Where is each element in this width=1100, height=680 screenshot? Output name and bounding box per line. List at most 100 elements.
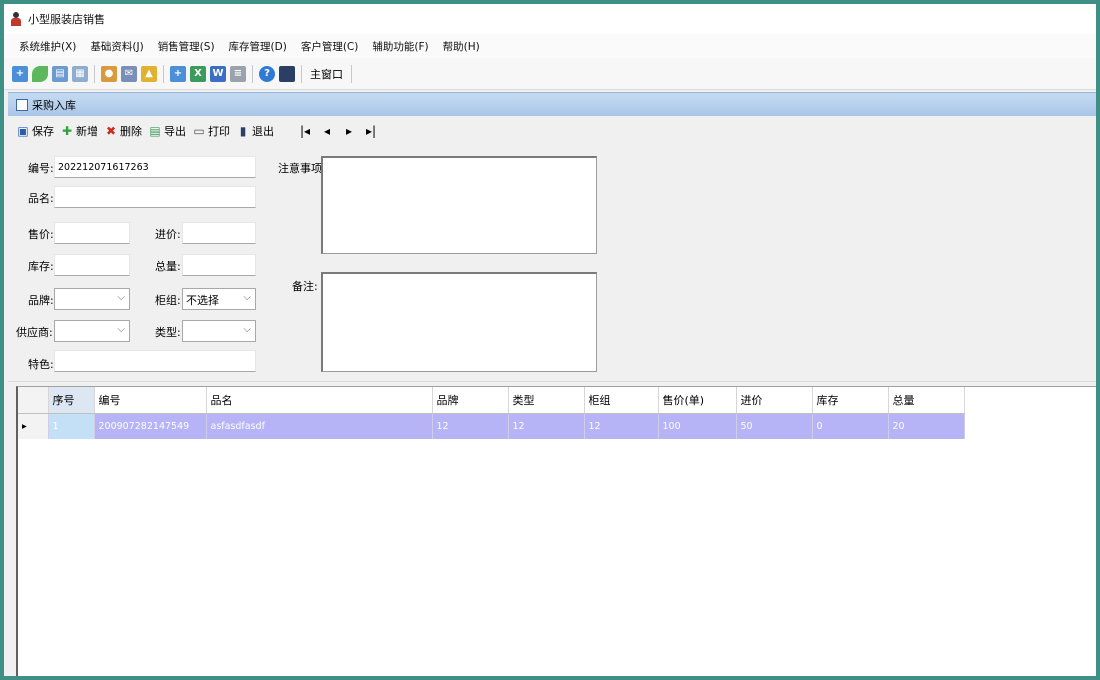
table-cell[interactable]: 12 — [584, 413, 659, 439]
leaf-icon[interactable] — [32, 65, 48, 82]
exit-door-icon: ▮ — [239, 124, 247, 138]
column-header[interactable]: 品名 — [206, 387, 433, 414]
table-row[interactable]: ▸ 1 200907282147549 asfasdfasdf 12 12 12… — [18, 413, 965, 439]
cost-label: 进价: — [155, 228, 181, 241]
plus-icon: ✚ — [61, 124, 73, 138]
price-field[interactable] — [54, 222, 130, 244]
export-button[interactable]: ▤ 导出 — [148, 123, 186, 139]
delete-label: 删除 — [120, 125, 142, 138]
panel-title: 采购入库 — [32, 98, 76, 112]
main-toolbar: + ▤ ▦ ● ✉ ▲ + X W ≡ ? 主窗口 — [4, 58, 1096, 90]
toolbar-separator — [163, 64, 164, 83]
next-record-button[interactable]: ▸ — [342, 124, 356, 138]
table-header-row: 序号 编号 品名 品牌 类型 柜组 售价(单) 进价 库存 总量 — [18, 387, 965, 414]
excel-icon[interactable]: X — [190, 65, 206, 82]
menu-system[interactable]: 系统维护(X) — [12, 39, 83, 54]
table-cell[interactable]: 12 — [508, 413, 585, 439]
column-header[interactable]: 品牌 — [432, 387, 509, 414]
menu-customers[interactable]: 客户管理(C) — [294, 39, 366, 54]
name-label: 品名: — [28, 192, 54, 205]
new-document-icon[interactable]: + — [12, 65, 28, 82]
delete-button[interactable]: ✖ 删除 — [104, 123, 142, 139]
column-header[interactable]: 库存 — [812, 387, 889, 414]
export-label: 导出 — [164, 125, 186, 138]
column-header[interactable]: 编号 — [94, 387, 207, 414]
add-record-icon[interactable]: + — [170, 65, 186, 82]
chevron-down-icon: ⌵ — [243, 292, 251, 303]
total-field[interactable] — [182, 254, 256, 276]
table-cell[interactable]: 100 — [658, 413, 737, 439]
code-field[interactable]: 202212071617263 — [54, 156, 256, 178]
code-label: 编号: — [28, 162, 54, 175]
feature-field[interactable] — [54, 350, 256, 372]
stock-field[interactable] — [54, 254, 130, 276]
row-indicator-icon[interactable]: ▸ — [18, 413, 49, 439]
help-icon[interactable]: ? — [259, 65, 275, 82]
brand-label: 品牌: — [28, 294, 54, 307]
column-header[interactable]: 总量 — [888, 387, 965, 414]
table-cell[interactable]: asfasdfasdf — [206, 413, 433, 439]
total-label: 总量: — [155, 260, 181, 273]
add-button[interactable]: ✚ 新增 — [60, 123, 98, 139]
notes-label: 注意事项: — [278, 162, 326, 175]
chevron-down-icon: ⌵ — [117, 292, 125, 303]
type-select[interactable]: ⌵ — [182, 320, 256, 342]
table-cell[interactable]: 0 — [812, 413, 889, 439]
menu-help[interactable]: 帮助(H) — [436, 39, 487, 54]
last-record-button[interactable]: ▸| — [364, 124, 378, 138]
export-icon: ▤ — [149, 124, 161, 138]
save-button[interactable]: ▣ 保存 — [16, 123, 54, 139]
brand-select[interactable]: ⌵ — [54, 288, 130, 310]
table-cell[interactable]: 50 — [736, 413, 813, 439]
table-cell[interactable]: 20 — [888, 413, 965, 439]
column-header[interactable]: 序号 — [48, 387, 95, 414]
menu-bar: 系统维护(X) 基础资料(J) 销售管理(S) 库存管理(D) 客户管理(C) … — [4, 34, 1096, 58]
exit-door-icon[interactable] — [279, 65, 295, 82]
notes-textarea[interactable] — [321, 156, 597, 254]
mail-icon[interactable]: ✉ — [121, 65, 137, 82]
column-header[interactable]: 类型 — [508, 387, 585, 414]
remark-textarea[interactable] — [321, 272, 597, 372]
panel-checkbox-icon — [16, 98, 28, 111]
menu-sales[interactable]: 销售管理(S) — [151, 39, 222, 54]
name-field[interactable] — [54, 186, 256, 208]
cabinet-select[interactable]: 不选择 ⌵ — [182, 288, 256, 310]
menu-inventory[interactable]: 库存管理(D) — [222, 39, 294, 54]
table-cell[interactable]: 1 — [48, 413, 95, 439]
save-label: 保存 — [32, 125, 54, 138]
menu-tools[interactable]: 辅助功能(F) — [365, 39, 435, 54]
app-logo-icon — [10, 12, 22, 26]
stock-label: 库存: — [28, 260, 54, 273]
table-icon[interactable]: ▤ — [52, 65, 68, 82]
window-title: 小型服装店销售 — [28, 13, 105, 26]
toolbar-separator — [252, 64, 253, 83]
print-button[interactable]: ▭ 打印 — [192, 123, 230, 139]
user-icon[interactable]: ● — [101, 65, 117, 82]
menu-basic-data[interactable]: 基础资料(J) — [83, 39, 150, 54]
main-window-button[interactable]: 主窗口 — [306, 66, 347, 82]
supplier-select[interactable]: ⌵ — [54, 320, 130, 342]
exit-button[interactable]: ▮ 退出 — [236, 123, 274, 139]
first-record-button[interactable]: |◂ — [298, 124, 312, 138]
column-header[interactable]: 售价(单) — [658, 387, 737, 414]
delete-x-icon: ✖ — [105, 124, 117, 138]
table-cell[interactable]: 200907282147549 — [94, 413, 207, 439]
notepad-icon[interactable]: ≡ — [230, 65, 246, 82]
chevron-down-icon: ⌵ — [243, 324, 251, 335]
cabinet-selected-value: 不选择 — [186, 294, 219, 307]
row-header-corner — [18, 387, 49, 414]
table-cell[interactable]: 12 — [432, 413, 509, 439]
lock-icon[interactable]: ▲ — [141, 65, 157, 82]
toolbar-separator — [94, 64, 95, 83]
column-header[interactable]: 进价 — [736, 387, 813, 414]
type-label: 类型: — [155, 326, 181, 339]
calculator-icon[interactable]: ▦ — [72, 65, 88, 82]
prev-record-button[interactable]: ◂ — [320, 124, 334, 138]
remark-label: 备注: — [292, 280, 318, 293]
supplier-label: 供应商: — [16, 326, 53, 339]
cost-field[interactable] — [182, 222, 256, 244]
panel-header: 采购入库 — [8, 92, 1096, 116]
word-icon[interactable]: W — [210, 65, 226, 82]
action-bar: ▣ 保存 ✚ 新增 ✖ 删除 ▤ 导出 ▭ 打印 ▮ 退出 |◂ ◂ ▸ ▸| — [8, 116, 1096, 146]
column-header[interactable]: 柜组 — [584, 387, 659, 414]
